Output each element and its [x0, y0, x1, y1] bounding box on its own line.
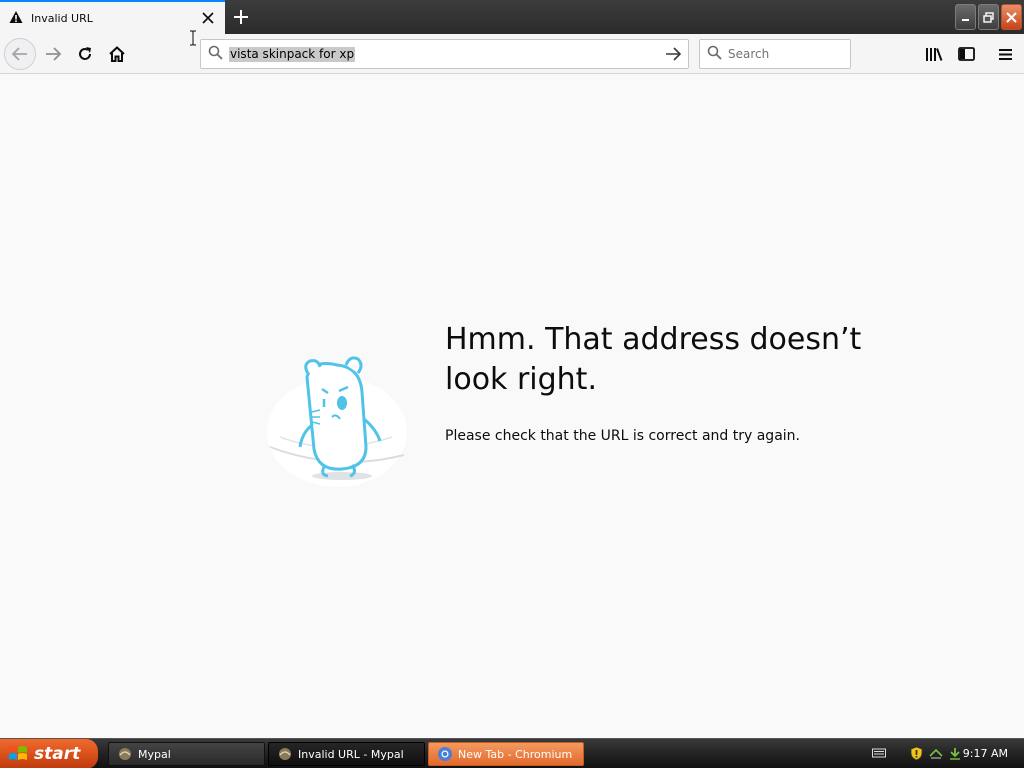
- search-input[interactable]: [728, 47, 838, 61]
- window-controls: [955, 4, 1024, 30]
- start-label: start: [34, 744, 81, 764]
- go-button[interactable]: [662, 44, 684, 64]
- back-arrow-icon: [11, 47, 27, 61]
- error-page: Hmm. That address doesn’t look right. Pl…: [0, 75, 1024, 738]
- taskbar: start Mypal Invalid URL - Mypal New Tab …: [0, 738, 1024, 768]
- tab-invalid-url[interactable]: Invalid URL: [0, 0, 225, 34]
- taskbar-item-label: Mypal: [138, 747, 171, 761]
- search-bar[interactable]: [699, 39, 851, 69]
- restore-button[interactable]: [978, 4, 999, 30]
- taskbar-item-mypal[interactable]: Mypal: [108, 742, 265, 766]
- minimize-icon: [961, 19, 969, 21]
- update-icon[interactable]: [948, 746, 962, 764]
- taskbar-item-label: New Tab - Chromium: [458, 747, 573, 761]
- windows-logo-icon: [9, 746, 27, 760]
- home-button[interactable]: [101, 38, 133, 70]
- text-cursor-icon: [190, 30, 196, 46]
- library-icon: [926, 48, 943, 61]
- address-input-value[interactable]: vista skinpack for xp: [229, 46, 356, 62]
- taskbar-item-label: Invalid URL - Mypal: [298, 747, 404, 761]
- minimize-button[interactable]: [955, 4, 976, 30]
- keyboard-icon[interactable]: [872, 747, 886, 762]
- new-tab-button[interactable]: [229, 5, 253, 29]
- home-icon: [109, 46, 125, 62]
- close-window-button[interactable]: [1001, 4, 1022, 30]
- taskbar-item-chromium[interactable]: New Tab - Chromium: [428, 742, 584, 766]
- hamburger-menu-icon: [998, 48, 1012, 60]
- go-arrow-icon: [665, 47, 681, 61]
- reload-button[interactable]: [69, 38, 101, 70]
- plus-icon: [234, 10, 248, 24]
- search-icon: [208, 45, 223, 63]
- back-button[interactable]: [4, 38, 36, 70]
- close-tab-icon[interactable]: [197, 7, 219, 29]
- mypal-app-icon: [119, 748, 131, 760]
- main-menu-button[interactable]: [991, 40, 1019, 68]
- mypal-app-icon: [279, 748, 291, 760]
- restore-icon: [983, 11, 994, 23]
- tab-strip: Invalid URL: [0, 0, 1024, 34]
- reload-icon: [79, 47, 91, 60]
- warning-icon: [9, 10, 23, 27]
- search-icon: [707, 45, 722, 63]
- confused-creature-illustration: [262, 337, 412, 487]
- network-icon[interactable]: [928, 746, 944, 764]
- forward-button[interactable]: [37, 38, 69, 70]
- forward-arrow-icon: [46, 47, 62, 61]
- tab-title: Invalid URL: [31, 11, 93, 25]
- close-icon: [1006, 11, 1017, 23]
- navigation-toolbar: vista skinpack for xp: [0, 34, 1024, 74]
- taskbar-item-invalid-url[interactable]: Invalid URL - Mypal: [268, 742, 425, 766]
- address-bar[interactable]: vista skinpack for xp: [200, 39, 689, 69]
- sidebar-button[interactable]: [952, 40, 980, 68]
- system-clock: 9:17 AM: [962, 747, 1008, 760]
- chromium-app-icon: [438, 747, 452, 761]
- security-shield-icon[interactable]: [910, 746, 923, 764]
- error-title: Hmm. That address doesn’t look right.: [445, 322, 862, 397]
- mouse-cursor: [189, 30, 197, 46]
- start-button[interactable]: start: [0, 739, 98, 768]
- sidebar-icon: [957, 47, 975, 61]
- error-description: Please check that the URL is correct and…: [445, 428, 800, 444]
- library-button[interactable]: [920, 40, 948, 68]
